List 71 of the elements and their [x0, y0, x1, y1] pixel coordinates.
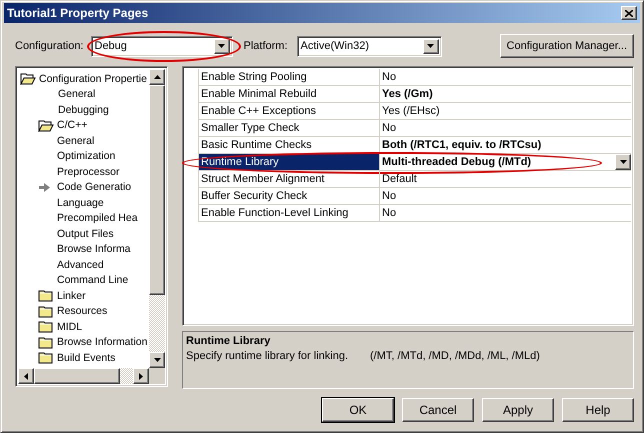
caret-left-icon [24, 372, 28, 380]
tree-item[interactable]: Output Files [56, 228, 115, 240]
property-value: No [381, 70, 398, 85]
caret-up-icon [154, 75, 160, 79]
property-value: No [381, 121, 398, 136]
dialog-button[interactable]: Cancel [402, 398, 474, 422]
scroll-up-button[interactable] [149, 69, 165, 85]
tree-item[interactable]: Advanced [56, 258, 105, 271]
property-value: No [381, 189, 398, 204]
tree-item[interactable]: Language [56, 196, 105, 209]
scroll-thumb[interactable] [34, 368, 120, 384]
vertical-scrollbar[interactable] [149, 69, 165, 368]
dropdown-button[interactable] [422, 38, 439, 54]
platform-label: Platform: [244, 40, 288, 52]
tree-item[interactable]: Resources [56, 305, 108, 318]
property-value: Yes (/EHsc) [381, 104, 441, 119]
property-value: Both (/RTC1, equiv. to /RTCsu) [381, 138, 542, 153]
tree-item[interactable]: Browse Information [56, 336, 148, 348]
tree-item[interactable]: Build Events [56, 352, 116, 364]
dropdown-button[interactable] [214, 38, 230, 54]
platform-dropdown[interactable]: Active(Win32) [296, 36, 442, 56]
caret-down-icon [427, 44, 434, 48]
property-name[interactable]: Struct Member Alignment [199, 171, 380, 187]
tree-item[interactable]: Optimization [56, 150, 116, 162]
close-button[interactable] [621, 6, 637, 20]
scrollbar-corner [149, 368, 165, 384]
property-name[interactable]: Buffer Security Check [199, 188, 380, 204]
scroll-down-button[interactable] [149, 352, 165, 368]
description-options: (/MT, /MTd, /MD, /MDd, /ML, /MLd) [370, 350, 540, 362]
caret-right-icon [139, 372, 143, 380]
caret-down-icon [218, 44, 225, 48]
property-value: No [381, 206, 398, 221]
property-value: Default [381, 172, 418, 187]
property-value: Multi-threaded Debug (/MTd) [381, 155, 532, 170]
tree-item[interactable]: C/C++ [56, 119, 88, 132]
description-title: Runtime Library [186, 335, 272, 347]
description-text: Specify runtime library for linking. [186, 350, 348, 362]
tree-item[interactable]: General [56, 134, 96, 147]
window-title: Tutorial1 Property Pages [7, 6, 150, 20]
tree-item[interactable]: MIDL [56, 320, 84, 333]
property-name[interactable]: Basic Runtime Checks [199, 137, 380, 153]
tree-item[interactable]: Code Generatio [56, 181, 132, 194]
scroll-left-button[interactable] [18, 368, 34, 384]
configuration-label: Configuration: [15, 40, 84, 52]
tree-item[interactable]: Linker [56, 290, 87, 302]
property-value: Yes (/Gm) [381, 87, 434, 102]
property-name[interactable]: Enable Minimal Rebuild [199, 86, 380, 102]
tree-item[interactable]: Precompiled Hea [56, 212, 139, 224]
dialog-button[interactable]: OK [322, 398, 394, 422]
dialog-button[interactable]: Help [562, 398, 634, 422]
tree-item[interactable]: Configuration Propertie [38, 72, 148, 85]
property-name[interactable]: Enable Function-Level Linking [199, 205, 380, 221]
scroll-right-button[interactable] [133, 368, 149, 384]
tree-item[interactable]: General [57, 88, 96, 100]
scroll-thumb[interactable] [149, 85, 165, 295]
caret-down-icon [154, 358, 160, 362]
dropdown-button[interactable] [615, 154, 631, 170]
configuration-dropdown[interactable]: Debug [90, 36, 232, 56]
caret-down-icon [620, 160, 626, 164]
tree-item[interactable]: Browse Informa [56, 243, 132, 256]
dialog-button[interactable]: Apply [482, 398, 554, 422]
property-name[interactable]: Enable C++ Exceptions [199, 103, 380, 119]
configuration-manager-button[interactable]: Configuration Manager... [500, 34, 634, 58]
tree-item[interactable]: Command Line [56, 274, 130, 286]
property-name[interactable]: Enable String Pooling [199, 69, 380, 85]
horizontal-scrollbar[interactable] [18, 368, 149, 384]
tree-item[interactable]: Preprocessor [56, 166, 120, 178]
tree-item[interactable]: Debugging [57, 104, 110, 116]
property-name[interactable]: Runtime Library [199, 154, 380, 170]
property-name[interactable]: Smaller Type Check [199, 120, 380, 136]
close-icon [625, 10, 633, 16]
